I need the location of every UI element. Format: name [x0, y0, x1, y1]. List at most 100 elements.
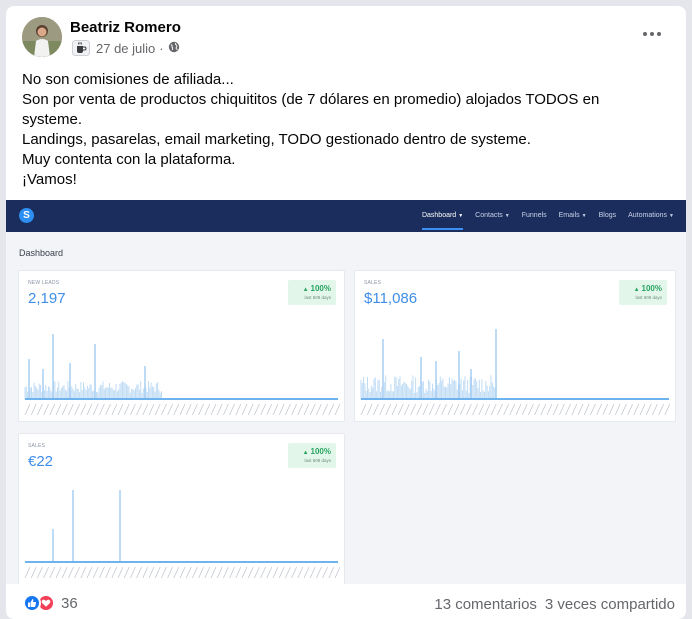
- x-tick-label: [428, 403, 435, 416]
- chevron-down-icon: ▼: [581, 213, 587, 219]
- x-tick-label: [80, 403, 87, 416]
- x-tick-label: [435, 403, 441, 416]
- x-tick-label: [571, 403, 578, 416]
- x-tick-label: [472, 403, 478, 416]
- x-tick-label: [204, 566, 211, 579]
- coffee-mug-icon: [70, 39, 92, 57]
- more-options-icon[interactable]: [634, 20, 670, 48]
- author-avatar[interactable]: [22, 17, 62, 57]
- x-tick-label: [459, 403, 466, 416]
- x-tick-label: [43, 403, 49, 416]
- post-image-dashboard[interactable]: S Dashboard ▼ Contacts ▼ Funnels Emails ▼ B…: [6, 200, 686, 584]
- sparkline-bars: [24, 334, 162, 399]
- x-tick-label: [528, 403, 534, 416]
- systeme-logo-icon: S: [19, 208, 34, 223]
- x-tick-label: [602, 403, 609, 416]
- x-tick-label: [167, 566, 173, 579]
- post-line: No son comisiones de afiliada...: [22, 71, 234, 88]
- post-date[interactable]: 27 de julio: [96, 41, 155, 56]
- x-tick-label: [130, 403, 136, 416]
- x-tick-label: [391, 403, 398, 416]
- nav-automations: Automations ▼: [628, 212, 674, 219]
- x-tick-label: [322, 403, 328, 416]
- x-tick-label: [247, 403, 254, 416]
- x-tick-label: [99, 566, 105, 579]
- nav-funnels: Funnels: [521, 212, 547, 219]
- x-tick-label: [192, 403, 198, 416]
- nav-blogs: Blogs: [598, 212, 617, 219]
- x-tick-label: [645, 403, 652, 416]
- x-tick-label: [334, 403, 341, 416]
- sales-eur-panel: SALES €22 ▲ 100% last 609 days: [18, 433, 345, 584]
- x-tick-label: [509, 403, 516, 416]
- x-tick-label: [515, 403, 522, 416]
- x-tick-label: [583, 403, 590, 416]
- dashboard-nav: Dashboard ▼ Contacts ▼ Funnels Emails ▼ Blo…: [421, 200, 686, 232]
- x-tick-label: [540, 403, 547, 416]
- x-tick-label: [179, 403, 186, 416]
- x-tick-label: [652, 403, 658, 416]
- x-tick-label: [453, 403, 460, 416]
- x-tick-label: [61, 566, 68, 579]
- x-tick-label: [627, 403, 633, 416]
- x-tick-label: [229, 403, 235, 416]
- reaction-count[interactable]: 36: [61, 595, 78, 612]
- post-meta: 27 de julio ·: [70, 39, 180, 57]
- x-tick-label: [303, 403, 310, 416]
- x-tick-label: [278, 403, 285, 416]
- x-tick-label: [291, 566, 297, 579]
- x-tick-label: [608, 403, 615, 416]
- x-tick-label: [596, 403, 602, 416]
- x-tick-label: [309, 403, 316, 416]
- x-tick-label: [497, 403, 503, 416]
- x-tick-label: [241, 566, 248, 579]
- x-tick-label: [86, 566, 93, 579]
- x-tick-label: [43, 566, 49, 579]
- x-tick-label: [278, 566, 285, 579]
- x-tick-label: [61, 403, 68, 416]
- post-line: Landings, pasarelas, email marketing, TO…: [22, 131, 531, 148]
- x-tick-label: [105, 403, 111, 416]
- dashboard-title: Dashboard: [19, 248, 64, 258]
- x-tick-label: [503, 403, 509, 416]
- x-tick-label: [254, 566, 260, 579]
- sparkline-bars: [360, 329, 497, 399]
- x-tick-label: [266, 566, 273, 579]
- comments-link[interactable]: 13 comentarios: [434, 596, 537, 613]
- sales-eur-chart: [24, 490, 341, 579]
- author-name[interactable]: Beatriz Romero: [70, 19, 181, 36]
- x-tick-label: [117, 566, 124, 579]
- x-tick-label: [167, 403, 173, 416]
- x-tick-label: [92, 566, 99, 579]
- x-tick-label: [49, 566, 56, 579]
- x-tick-label: [235, 566, 242, 579]
- x-tick-label: [379, 403, 385, 416]
- x-tick-label: [552, 403, 559, 416]
- engagement-stats: 13 comentarios 3 veces compartido: [434, 596, 675, 613]
- x-tick-label: [210, 566, 217, 579]
- reactions-summary[interactable]: 36: [23, 594, 78, 612]
- x-axis-ticks: [360, 403, 671, 416]
- x-tick-label: [235, 403, 242, 416]
- sales-usd-panel: SALES $11,086 ▲ 100% last 609 days: [354, 270, 676, 422]
- post-line: Son por venta de productos chiquititos (…: [22, 91, 600, 128]
- x-tick-label: [316, 403, 322, 416]
- x-tick-label: [142, 566, 149, 579]
- shares-link[interactable]: 3 veces compartido: [545, 596, 675, 613]
- x-tick-label: [24, 403, 31, 416]
- chevron-down-icon: ▼: [458, 213, 464, 219]
- x-tick-label: [328, 403, 335, 416]
- x-tick-label: [272, 403, 279, 416]
- x-tick-label: [111, 403, 118, 416]
- sparkline-bars: [52, 490, 121, 562]
- x-tick-label: [272, 566, 279, 579]
- x-tick-label: [441, 403, 447, 416]
- x-tick-label: [142, 403, 149, 416]
- x-tick-label: [484, 403, 491, 416]
- x-tick-label: [366, 403, 373, 416]
- x-tick-label: [316, 566, 322, 579]
- meta-separator: ·: [159, 40, 164, 56]
- x-tick-label: [478, 403, 485, 416]
- x-tick-label: [154, 566, 161, 579]
- x-tick-label: [360, 403, 367, 416]
